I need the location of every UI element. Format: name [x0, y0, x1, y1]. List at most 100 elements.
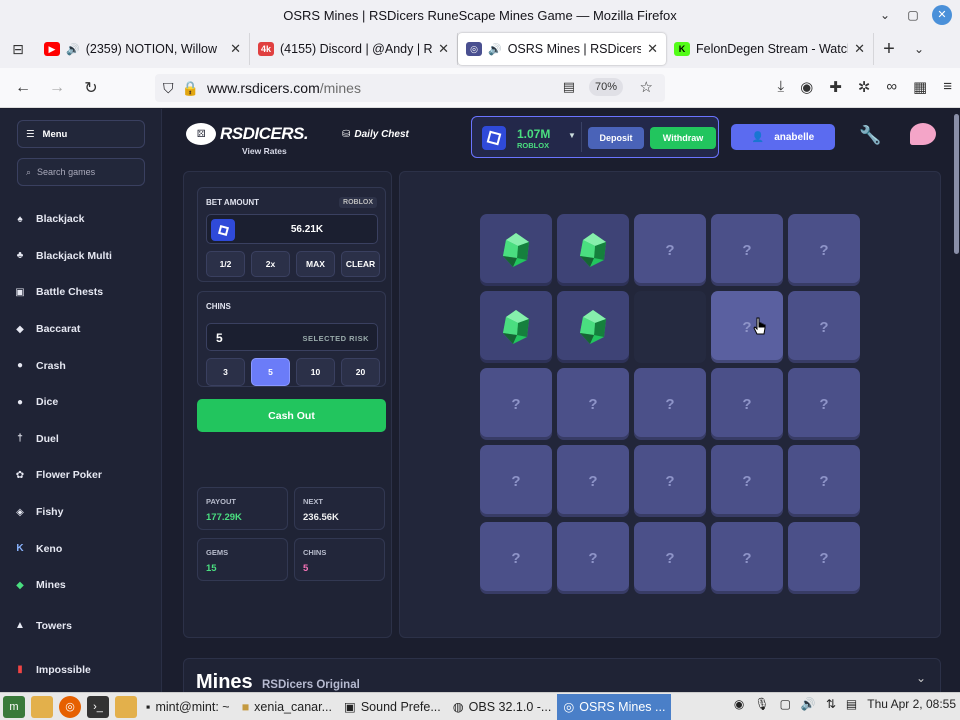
tab-youtube[interactable]: ▶ 🔊 (2359) NOTION, Willow ✕ — [36, 33, 250, 65]
chevron-down-icon[interactable]: ⌄ — [916, 671, 926, 685]
sidebar-item-fishy[interactable]: ◈ Fishy — [14, 494, 154, 531]
network-icon[interactable]: ⇅ — [826, 697, 836, 711]
double-bet-button[interactable]: 2x — [251, 251, 290, 277]
account-icon[interactable]: ◉ — [800, 78, 813, 96]
volume-icon[interactable]: 🔊 — [801, 697, 816, 711]
firefox-icon[interactable]: ◎ — [59, 695, 81, 718]
mine-tile[interactable]: ? — [634, 368, 706, 440]
chat-bubble-icon[interactable] — [910, 123, 936, 145]
site-logo[interactable]: ⚄ RSDICERS. — [186, 123, 309, 145]
chins-option-20[interactable]: 20 — [341, 358, 380, 386]
wallet-balance[interactable]: 1.07M — [517, 127, 550, 141]
folder-icon[interactable] — [31, 695, 53, 718]
daily-chest-button[interactable]: ⛁ Daily Chest — [342, 129, 409, 140]
tab-list-icon[interactable]: ⊟ — [0, 41, 36, 58]
mine-tile[interactable]: ? — [788, 291, 860, 363]
mine-tile[interactable]: ? — [788, 522, 860, 594]
obs-tray-icon[interactable]: ◉ — [734, 697, 744, 711]
back-button[interactable]: ← — [6, 79, 40, 97]
sidebar-item-crash[interactable]: ● Crash — [14, 347, 154, 384]
mine-tile[interactable]: ? — [711, 214, 783, 286]
sidebar-item-battle-chests[interactable]: ▣ Battle Chests — [14, 274, 154, 311]
tab-close-icon[interactable]: ✕ — [230, 41, 241, 57]
microphone-icon[interactable]: 🎙 — [754, 697, 769, 711]
sidebar-item-blackjack-multi[interactable]: ♣ Blackjack Multi — [14, 238, 154, 275]
sidebar-item-duel[interactable]: † Duel — [14, 421, 154, 458]
zoom-level[interactable]: 70% — [588, 78, 623, 96]
tab-close-icon[interactable]: ✕ — [854, 41, 865, 57]
mine-tile[interactable]: ? — [634, 445, 706, 517]
forward-button[interactable]: → — [40, 79, 74, 97]
page-scrollbar[interactable] — [954, 114, 959, 254]
new-tab-button[interactable]: + — [874, 38, 904, 61]
speaker-icon[interactable]: 🔊 — [66, 43, 80, 56]
max-bet-button[interactable]: MAX — [296, 251, 335, 277]
view-rates-link[interactable]: View Rates — [242, 146, 287, 156]
wrench-icon[interactable]: 🔧 — [859, 125, 881, 146]
withdraw-button[interactable]: Withdraw — [650, 127, 716, 149]
folder-icon[interactable] — [115, 695, 137, 718]
menu-button[interactable]: ☰ Menu — [17, 120, 145, 148]
download-icon[interactable]: ⤓ — [777, 78, 784, 96]
mine-tile[interactable]: ? — [480, 445, 552, 517]
mine-tile[interactable]: ? — [711, 368, 783, 440]
bookmark-star-icon[interactable]: ☆ — [640, 78, 653, 96]
mine-tile[interactable]: ? — [480, 522, 552, 594]
mine-tile[interactable]: ? — [634, 522, 706, 594]
speaker-icon[interactable]: 🔊 — [488, 43, 502, 56]
sidebar-item-impossible[interactable]: ▮ Impossible — [14, 648, 154, 692]
mine-tile[interactable]: ? — [788, 445, 860, 517]
bet-amount-input[interactable]: 56.21K — [206, 214, 378, 244]
chins-option-5[interactable]: 5 — [251, 358, 290, 386]
taskbar-item-obs[interactable]: ◍ OBS 32.1.0 -... — [447, 694, 558, 720]
extensions-icon[interactable]: ✚ — [829, 78, 842, 96]
sidebar-item-mines[interactable]: ◆ Mines — [14, 567, 154, 604]
caret-down-icon[interactable]: ▼ — [568, 131, 576, 140]
sidebar-item-keno[interactable]: K Keno — [14, 530, 154, 567]
reader-view-icon[interactable]: ▤ — [563, 79, 575, 95]
shield-icon[interactable]: ⛉ — [163, 80, 174, 97]
tab-kick[interactable]: K FelonDegen Stream - Watch ✕ — [666, 33, 874, 65]
mine-tile[interactable]: ? — [557, 368, 629, 440]
sidebar-item-baccarat[interactable]: ◆ Baccarat — [14, 311, 154, 348]
mine-tile[interactable]: ? — [711, 291, 783, 363]
clear-bet-button[interactable]: CLEAR — [341, 251, 380, 277]
close-icon[interactable]: ✕ — [932, 5, 952, 25]
mine-tile[interactable]: ? — [557, 445, 629, 517]
mine-tile[interactable]: ? — [634, 214, 706, 286]
cash-out-button[interactable]: Cash Out — [197, 399, 386, 432]
deposit-button[interactable]: Deposit — [588, 127, 644, 149]
terminal-icon[interactable]: ›_ — [87, 695, 109, 718]
extension-icon[interactable]: ✲ — [858, 78, 871, 96]
mine-tile[interactable]: ? — [557, 522, 629, 594]
sidebar-item-flower-poker[interactable]: ✿ Flower Poker — [14, 457, 154, 494]
taskbar-item-terminal[interactable]: ▪ mint@mint: ~ — [140, 694, 236, 720]
url-bar[interactable]: ⛉ 🔒 www.rsdicers.com /mines ▤ 70% ☆ — [155, 74, 665, 102]
chins-option-3[interactable]: 3 — [206, 358, 245, 386]
lock-icon[interactable]: 🔒 — [182, 80, 199, 97]
sidebar-item-dice[interactable]: ● Dice — [14, 384, 154, 421]
mine-tile[interactable]: ? — [711, 445, 783, 517]
chins-input[interactable]: 5 SELECTED RISK — [206, 323, 378, 351]
taskbar-item-xenia[interactable]: ■ xenia_canar... — [236, 694, 338, 720]
extension-icon[interactable]: ▦ — [913, 78, 927, 96]
window-icon[interactable]: ▢ — [780, 697, 791, 711]
tab-discord[interactable]: 4k (4155) Discord | @Andy | RS ✕ — [250, 33, 458, 65]
sidebar-item-blackjack[interactable]: ♠ Blackjack — [14, 201, 154, 238]
notes-icon[interactable]: ▤ — [846, 697, 857, 711]
mine-tile[interactable]: ? — [788, 214, 860, 286]
mine-tile[interactable]: ? — [788, 368, 860, 440]
taskbar-item-sound[interactable]: ▣ Sound Prefe... — [338, 694, 447, 720]
sidebar-item-towers[interactable]: ▲ Towers — [14, 604, 154, 648]
mine-tile[interactable]: ? — [480, 368, 552, 440]
tab-close-icon[interactable]: ✕ — [438, 41, 449, 57]
tab-rsdicers[interactable]: ◎ 🔊 OSRS Mines | RSDicers R ✕ — [458, 33, 666, 65]
taskbar-item-firefox[interactable]: ◎ OSRS Mines ... — [557, 693, 672, 720]
game-info-bar[interactable]: Mines RSDicers Original ⌄ — [183, 658, 941, 692]
minimize-icon[interactable]: ⌄ — [876, 8, 894, 22]
mint-menu-icon[interactable]: m — [3, 695, 25, 718]
hamburger-menu-icon[interactable]: ≡ — [943, 78, 952, 96]
chins-option-10[interactable]: 10 — [296, 358, 335, 386]
chevron-down-icon[interactable]: ⌄ — [904, 42, 934, 56]
maximize-icon[interactable]: ▢ — [904, 8, 922, 22]
